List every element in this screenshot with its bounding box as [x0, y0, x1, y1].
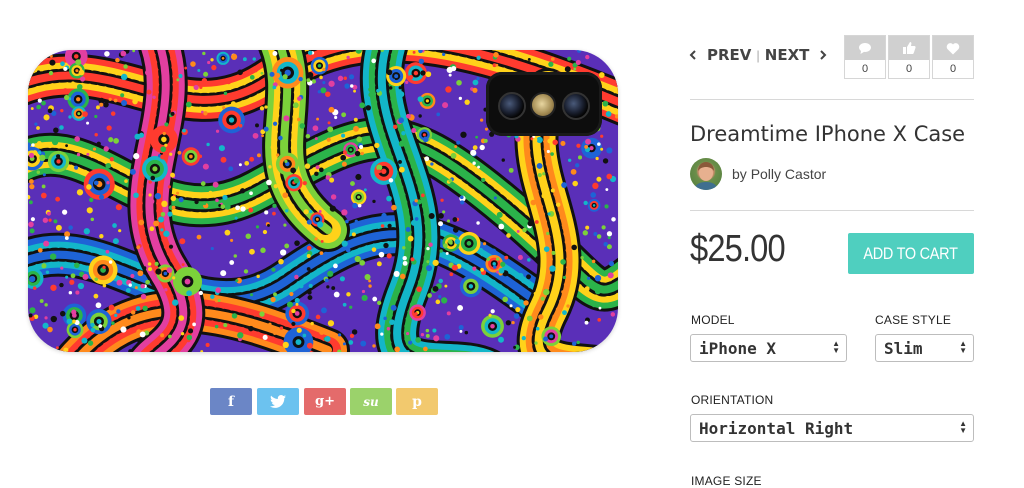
facebook-icon: f	[227, 393, 235, 410]
thumbs-up-icon	[903, 42, 916, 54]
pinterest-icon: p	[412, 393, 422, 410]
add-to-cart-label: ADD TO CART	[863, 243, 959, 263]
avatar[interactable]	[690, 158, 722, 190]
orientation-label: ORIENTATION	[691, 393, 774, 407]
divider	[690, 210, 974, 211]
chevron-right-icon[interactable]	[819, 50, 827, 60]
facebook-share-button[interactable]: f	[210, 388, 252, 415]
twitter-share-button[interactable]	[257, 388, 299, 415]
stumbleupon-share-button[interactable]: su	[350, 388, 392, 415]
price: $25.00	[690, 228, 786, 270]
next-link[interactable]: NEXT	[765, 46, 810, 64]
select-arrows-icon: ▲ ▼	[959, 419, 967, 435]
select-arrows-icon: ▲ ▼	[832, 339, 840, 355]
chevron-left-icon[interactable]	[689, 50, 697, 60]
product-image[interactable]	[28, 50, 618, 352]
product-title: Dreamtime IPhone X Case	[690, 122, 966, 146]
google-plus-icon: g+	[315, 394, 335, 409]
pinterest-share-button[interactable]: p	[396, 388, 438, 415]
camera-lens-left	[498, 92, 526, 120]
orientation-select[interactable]: Horizontal Right ▲ ▼	[690, 414, 974, 442]
stumbleupon-icon: su	[363, 394, 379, 409]
likes-count: 0	[905, 63, 913, 75]
artist-link[interactable]: Polly Castor	[751, 166, 826, 182]
prev-link[interactable]: PREV	[707, 46, 751, 64]
case-style-value: Slim	[884, 339, 923, 358]
case-style-label: CASE STYLE	[875, 313, 952, 327]
favorites-count: 0	[949, 63, 957, 75]
google-plus-share-button[interactable]: g+	[304, 388, 346, 415]
likes-counter[interactable]: 0	[888, 35, 930, 79]
comments-counter[interactable]: 0	[844, 35, 886, 79]
orientation-value: Horizontal Right	[699, 419, 854, 438]
image-size-label: IMAGE SIZE	[691, 474, 762, 488]
byline-prefix: by	[732, 166, 747, 182]
artist-byline: by Polly Castor	[732, 166, 826, 182]
twitter-icon	[270, 395, 286, 408]
comment-icon	[859, 42, 871, 54]
heart-icon	[946, 42, 960, 54]
select-arrows-icon: ▲ ▼	[959, 339, 967, 355]
add-to-cart-button[interactable]: ADD TO CART	[848, 233, 974, 274]
model-select[interactable]: iPhone X ▲ ▼	[690, 334, 847, 362]
comments-count: 0	[861, 63, 869, 75]
model-value: iPhone X	[699, 339, 777, 358]
camera-lens-right	[562, 92, 590, 120]
case-style-select[interactable]: Slim ▲ ▼	[875, 334, 974, 362]
camera-flash	[530, 92, 556, 118]
prev-next-nav: PREV | NEXT	[689, 46, 827, 64]
divider	[690, 99, 974, 100]
model-label: MODEL	[691, 313, 735, 327]
nav-separator: |	[756, 47, 760, 63]
camera-cutout	[486, 72, 602, 136]
favorites-counter[interactable]: 0	[932, 35, 974, 79]
